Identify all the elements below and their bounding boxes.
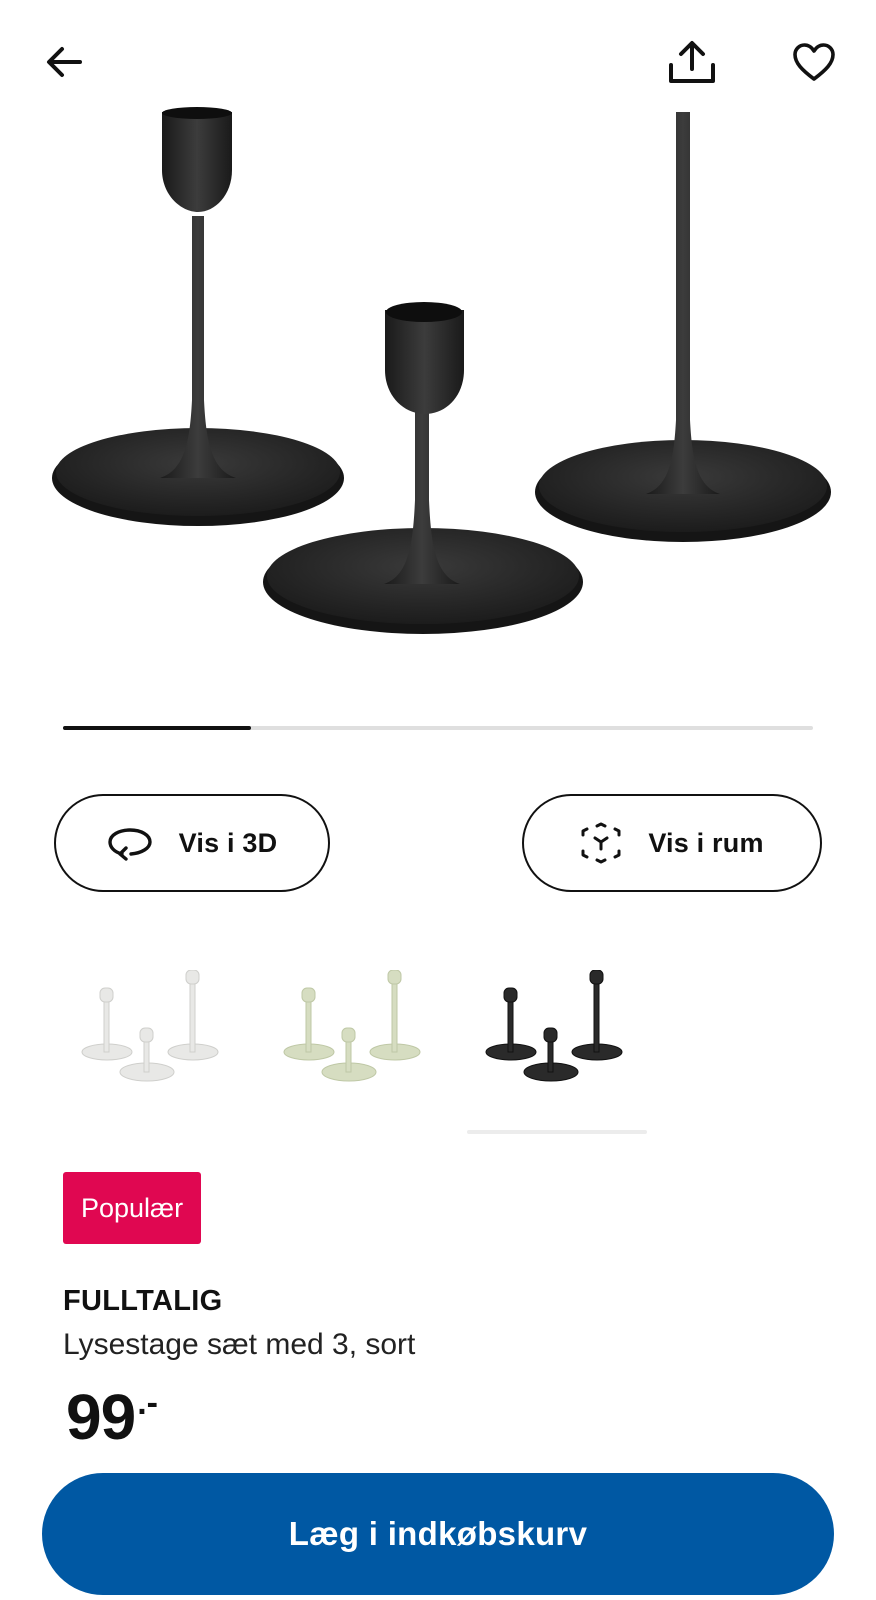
variant-black[interactable]	[467, 969, 647, 1120]
add-to-cart-label: Læg i indkøbskurv	[288, 1515, 588, 1552]
arrow-left-icon	[47, 47, 82, 77]
variant-black-thumbnail	[485, 969, 623, 1082]
price-suffix: .-	[137, 1384, 158, 1422]
product-name: FULLTALIG	[63, 1285, 223, 1317]
share-button[interactable]	[664, 34, 720, 90]
gallery-progress-fill	[63, 726, 251, 730]
product-price: 99 .-	[66, 1385, 158, 1449]
product-image[interactable]	[0, 100, 876, 660]
share-icon	[669, 41, 715, 83]
view-in-3d-button[interactable]: Vis i 3D	[54, 794, 330, 892]
variant-white[interactable]	[63, 969, 243, 1120]
product-description: Lysestage sæt med 3, sort	[63, 1328, 416, 1361]
variant-green[interactable]	[265, 969, 445, 1120]
rotate-3d-icon	[107, 828, 152, 861]
gallery-progress-bar	[63, 726, 813, 730]
ar-cube-icon	[581, 822, 621, 864]
heart-icon	[793, 43, 835, 81]
candlestick-set-illustration	[52, 107, 831, 634]
favourite-button[interactable]	[786, 34, 842, 90]
view-in-3d-label: Vis i 3D	[178, 827, 278, 858]
back-button[interactable]	[36, 34, 92, 90]
view-in-room-button[interactable]: Vis i rum	[522, 794, 822, 892]
popular-badge: Populær	[63, 1172, 202, 1244]
variant-white-thumbnail	[81, 969, 219, 1082]
variant-selected-indicator	[467, 1130, 647, 1134]
candlestick-left	[52, 107, 344, 526]
price-integer: 99	[66, 1381, 136, 1453]
view-in-room-label: Vis i rum	[648, 827, 764, 858]
variant-green-thumbnail	[283, 969, 421, 1082]
add-to-cart-button[interactable]: Læg i indkøbskurv	[42, 1473, 834, 1595]
candlestick-right	[535, 112, 831, 542]
top-bar	[0, 0, 876, 110]
